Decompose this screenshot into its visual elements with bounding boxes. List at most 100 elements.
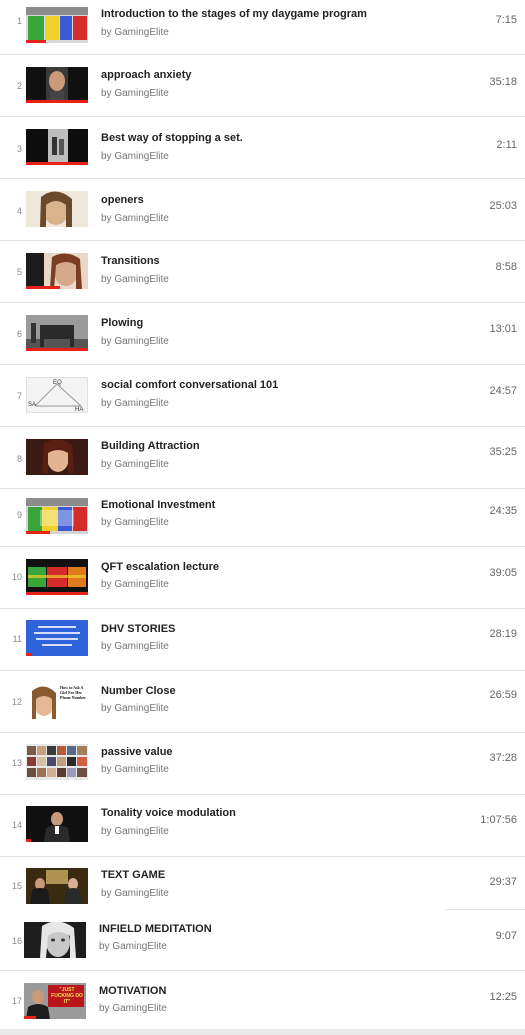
- watch-progress: [26, 839, 31, 842]
- playlist-item[interactable]: 5 Transitions by GamingElite 8:58: [0, 241, 525, 303]
- watch-progress: [26, 286, 60, 289]
- video-title[interactable]: DHV STORIES: [101, 623, 175, 635]
- video-thumbnail[interactable]: [26, 744, 88, 780]
- thumbnail-graphic: [44, 812, 70, 842]
- item-index: 3: [16, 144, 22, 154]
- video-title[interactable]: openers: [101, 194, 144, 206]
- channel-byline[interactable]: by GamingElite: [101, 703, 169, 714]
- channel-byline[interactable]: by GamingElite: [101, 398, 169, 409]
- video-duration: 26:59: [489, 689, 517, 701]
- video-title[interactable]: Transitions: [101, 255, 160, 267]
- playlist-item[interactable]: 1 Introduction to the stages of my dayga…: [0, 0, 525, 55]
- item-index: 2: [16, 81, 22, 91]
- playlist-item[interactable]: 6 Plowing by GamingElite 13:01: [0, 303, 525, 365]
- playlist-item[interactable]: 12 How to Ask A Girl For Her Phone Numbe…: [0, 671, 525, 733]
- video-duration: 35:25: [489, 446, 517, 458]
- channel-byline[interactable]: by GamingElite: [101, 88, 169, 99]
- channel-byline[interactable]: by GamingElite: [101, 764, 169, 775]
- channel-byline[interactable]: by GamingElite: [101, 274, 169, 285]
- video-title[interactable]: INFIELD MEDITATION: [99, 923, 212, 935]
- video-duration: 24:35: [489, 505, 517, 517]
- playlist-item[interactable]: 13 passive value by GamingElite 37:28: [0, 733, 525, 795]
- video-thumbnail[interactable]: [24, 922, 86, 958]
- video-thumbnail[interactable]: "JUST FUCKING DO IT": [24, 983, 86, 1019]
- thumbnail-graphic: [46, 67, 68, 103]
- video-duration: 29:37: [489, 876, 517, 888]
- video-title[interactable]: MOTIVATION: [99, 985, 166, 997]
- item-index: 4: [16, 206, 22, 216]
- item-index: 12: [11, 697, 22, 707]
- item-index: 14: [11, 820, 22, 830]
- channel-byline[interactable]: by GamingElite: [101, 826, 169, 837]
- video-thumbnail[interactable]: [26, 868, 88, 904]
- video-duration: 24:57: [489, 385, 517, 397]
- channel-byline[interactable]: by GamingElite: [101, 459, 169, 470]
- video-thumbnail[interactable]: [26, 806, 88, 842]
- video-thumbnail[interactable]: [26, 129, 88, 165]
- video-duration: 8:58: [495, 261, 517, 273]
- video-title[interactable]: Building Attraction: [101, 440, 200, 452]
- video-thumbnail[interactable]: [26, 253, 88, 289]
- row-separator: [0, 856, 525, 857]
- video-thumbnail[interactable]: [26, 315, 88, 351]
- playlist-item[interactable]: 2 approach anxiety by GamingElite 35:18: [0, 55, 525, 117]
- video-duration: 39:05: [489, 567, 517, 579]
- playlist-item[interactable]: 11 DHV STORIES by GamingElite 28:19: [0, 609, 525, 671]
- thumbnail-graphic: [26, 7, 88, 40]
- video-thumbnail[interactable]: [26, 439, 88, 475]
- thumbnail-graphic: [27, 746, 87, 777]
- watch-progress: [26, 348, 88, 351]
- channel-byline[interactable]: by GamingElite: [101, 641, 169, 652]
- video-thumbnail[interactable]: [26, 67, 88, 103]
- video-title[interactable]: Number Close: [101, 685, 176, 697]
- channel-byline[interactable]: by GamingElite: [101, 579, 169, 590]
- video-title[interactable]: Emotional Investment: [101, 499, 215, 511]
- video-title[interactable]: approach anxiety: [101, 69, 191, 81]
- video-title[interactable]: Tonality voice modulation: [101, 807, 236, 819]
- bottom-scroll-edge: [0, 1029, 525, 1035]
- video-thumbnail[interactable]: [26, 620, 88, 656]
- video-thumbnail[interactable]: How to Ask A Girl For Her Phone Number: [26, 683, 88, 719]
- playlist-item[interactable]: 8 Building Attraction by GamingElite 35:…: [0, 427, 525, 489]
- channel-byline[interactable]: by GamingElite: [99, 941, 167, 952]
- watch-progress: [26, 531, 50, 534]
- thumbnail-graphic: [44, 253, 88, 289]
- thumbnail-graphic: [26, 498, 88, 531]
- video-thumbnail[interactable]: [26, 191, 88, 227]
- channel-byline[interactable]: by GamingElite: [101, 336, 169, 347]
- playlist-item[interactable]: 17 "JUST FUCKING DO IT" MOTIVATION by Ga…: [0, 971, 525, 1029]
- playlist-item[interactable]: 4 openers by GamingElite 25:03: [0, 179, 525, 241]
- channel-byline[interactable]: by GamingElite: [101, 888, 169, 899]
- channel-byline[interactable]: by GamingElite: [101, 213, 169, 224]
- channel-byline[interactable]: by GamingElite: [99, 1003, 167, 1014]
- thumbnail-graphic: [24, 922, 86, 958]
- channel-byline[interactable]: by GamingElite: [101, 27, 169, 38]
- thumb-label-left: SA: [28, 402, 36, 408]
- thumbnail-graphic: EQ SA HA: [28, 380, 83, 412]
- video-title[interactable]: TEXT GAME: [101, 869, 165, 881]
- item-index: 7: [16, 391, 22, 401]
- playlist-item[interactable]: 14 Tonality voice modulation by GamingEl…: [0, 795, 525, 857]
- thumbnail-caption: How to Ask A Girl For Her Phone Number: [60, 685, 86, 700]
- video-title[interactable]: QFT escalation lecture: [101, 561, 219, 573]
- video-title[interactable]: passive value: [101, 746, 173, 758]
- video-thumbnail[interactable]: [26, 559, 88, 595]
- playlist-item[interactable]: 10 QFT escalation lecture by GamingElite…: [0, 547, 525, 609]
- thumbnail-graphic: [26, 620, 88, 656]
- video-thumbnail[interactable]: [26, 498, 88, 534]
- playlist-item[interactable]: 9 Emotional Investment by GamingElite 24…: [0, 489, 525, 547]
- video-thumbnail[interactable]: [26, 7, 88, 43]
- channel-byline[interactable]: by GamingElite: [101, 151, 169, 162]
- playlist-item[interactable]: 16 INFIELD MEDITATION by GamingElite 9:0…: [0, 909, 525, 971]
- video-title[interactable]: Best way of stopping a set.: [101, 132, 243, 144]
- video-title[interactable]: social comfort conversational 101: [101, 379, 278, 391]
- thumbnail-graphic: [28, 567, 86, 587]
- video-title[interactable]: Plowing: [101, 317, 143, 329]
- playlist-item[interactable]: 3 Best way of stopping a set. by GamingE…: [0, 117, 525, 179]
- watch-progress: [26, 100, 88, 103]
- video-title[interactable]: Introduction to the stages of my daygame…: [101, 8, 367, 20]
- playlist-item[interactable]: 7 EQ SA HA social comfort conversational…: [0, 365, 525, 427]
- video-thumbnail[interactable]: EQ SA HA: [26, 377, 88, 413]
- playlist-item[interactable]: 15 TEXT GAME by GamingElite 29:37: [0, 856, 525, 909]
- channel-byline[interactable]: by GamingElite: [101, 517, 169, 528]
